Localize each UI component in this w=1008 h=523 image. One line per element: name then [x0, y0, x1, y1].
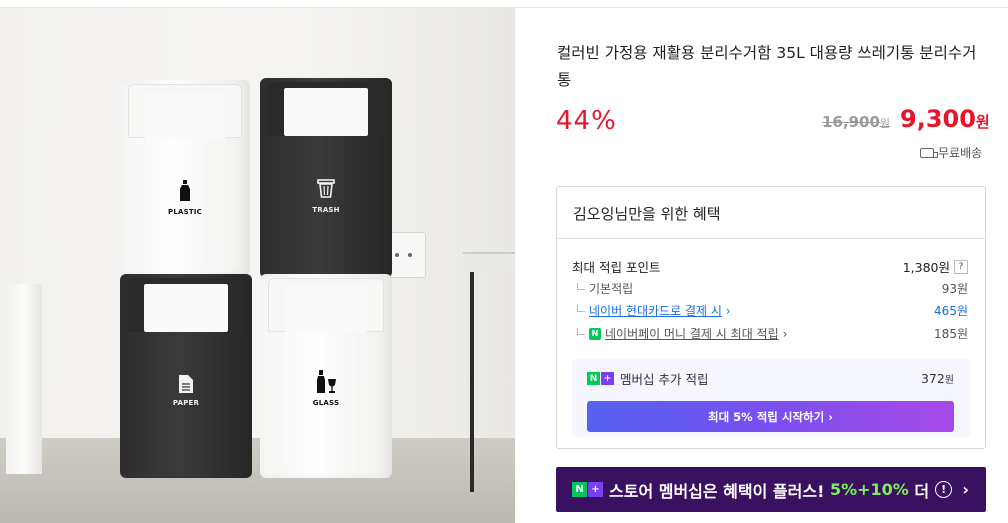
point-row-value: 93원: [941, 282, 968, 296]
help-icon[interactable]: ?: [954, 259, 968, 274]
glass-bottle-icon: [314, 370, 338, 397]
chevron-right-icon: ›: [962, 480, 969, 499]
max-points-value: 1,380원: [902, 260, 950, 275]
original-price: 16,900원: [822, 113, 891, 131]
bin-lid: [268, 82, 384, 136]
bin-label: PLASTIC: [168, 208, 202, 216]
bin-trash: TRASH: [260, 78, 392, 278]
membership-label: 멤버십 추가 적립: [620, 372, 709, 387]
bin-lid: [128, 278, 244, 332]
bin-glass: GLASS: [260, 274, 392, 478]
bin-lid: [128, 84, 242, 139]
naver-plus-icon: N +: [587, 372, 614, 385]
delivery-info: 무료배송: [920, 144, 982, 161]
product-info: 컬러빈 가정용 재활용 분리수거함 35L 대용량 쓰레기통 분리수거통 44%…: [515, 7, 1008, 523]
discount-rate: 44%: [556, 106, 617, 136]
point-row-value: 185원: [934, 327, 968, 341]
banner-highlight: 5%+10%: [829, 480, 909, 499]
max-points-row: 최대 적립 포인트 1,380원 ?: [572, 257, 968, 276]
point-row-card[interactable]: 네이버 현대카드로 결제 시 › 465원: [572, 302, 968, 319]
point-row-value: 465원: [934, 304, 968, 318]
chevron-right-icon: ›: [782, 326, 788, 341]
delivery-label: 무료배송: [938, 146, 983, 160]
tree-branch-icon: [577, 327, 585, 335]
product-title: 컬러빈 가정용 재활용 분리수거함 35L 대용량 쓰레기통 분리수거통: [557, 44, 977, 89]
membership-start-button[interactable]: 최대 5% 적립 시작하기 ›: [587, 401, 954, 432]
point-row-npay[interactable]: N 네이버페이 머니 결제 시 최대 적립 › 185원: [572, 325, 968, 342]
bin-paper: PAPER: [120, 274, 252, 478]
alert-icon[interactable]: !: [935, 481, 953, 498]
trash-can-icon: [317, 178, 335, 201]
chevron-right-icon: ›: [828, 409, 833, 424]
photo-wall: [0, 8, 515, 438]
tree-branch-icon: [577, 304, 585, 312]
benefit-heading: 김오잉님만을 위한 혜택: [557, 187, 985, 239]
side-table: [463, 252, 515, 272]
naver-plus-icon: N +: [572, 482, 603, 497]
max-points-label: 최대 적립 포인트: [572, 260, 661, 275]
bin-label: PAPER: [172, 399, 200, 407]
membership-banner[interactable]: N + 스토어 멤버십은 혜택이 플러스! 5%+10% 더 ! ›: [556, 467, 986, 512]
card-benefit-link[interactable]: 네이버 현대카드로 결제 시: [589, 302, 722, 319]
product-photo[interactable]: PLASTIC TRASH PAPER GLASS: [0, 7, 515, 523]
membership-row: N + 멤버십 추가 적립 372원: [587, 369, 954, 388]
bin-label: TRASH: [312, 206, 340, 214]
photo-floor: [0, 438, 515, 523]
benefit-box: 김오잉님만을 위한 혜택 최대 적립 포인트 1,380원 ? 기본적립 93원…: [556, 186, 986, 449]
banner-text: 스토어 멤버십은 혜택이 플러스!: [609, 481, 830, 501]
bin-label: GLASS: [312, 399, 340, 407]
point-row-basic: 기본적립 93원: [572, 280, 968, 297]
npay-benefit-link[interactable]: 네이버페이 머니 결제 시 최대 적립: [605, 325, 779, 342]
membership-value: 372원: [920, 371, 954, 386]
truck-icon: [920, 147, 938, 158]
plant-pot: [6, 284, 42, 474]
tree-branch-icon: [577, 282, 585, 290]
bottle-icon: [179, 180, 191, 205]
banner-text-end: 더: [908, 481, 930, 501]
npay-icon: N: [589, 327, 601, 340]
bin-lid: [268, 278, 384, 333]
chevron-right-icon: ›: [725, 303, 731, 318]
document-icon: [178, 374, 194, 397]
bin-plastic: PLASTIC: [120, 80, 250, 276]
point-row-label: 기본적립: [589, 282, 634, 296]
sale-price: 9,300원: [900, 105, 990, 133]
membership-box: N + 멤버십 추가 적립 372원 최대 5% 적립 시작하기 ›: [572, 359, 970, 437]
side-table-leg: [470, 272, 474, 492]
